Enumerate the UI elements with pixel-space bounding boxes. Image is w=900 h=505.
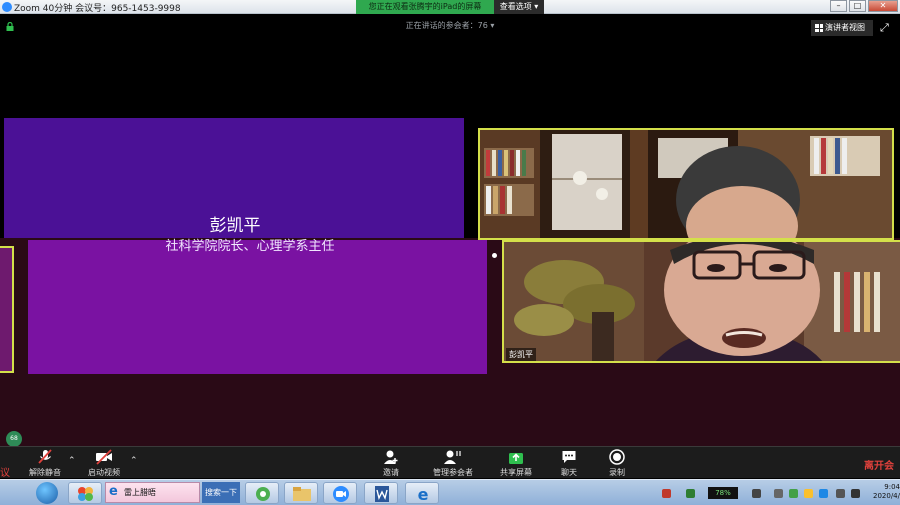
tray-network-icon[interactable] <box>752 489 761 498</box>
browser-search-text: 雷上腊晤 <box>124 488 156 497</box>
tray-360-icon[interactable] <box>789 489 798 498</box>
slide-speaker-name: 彭凯平 <box>209 216 261 236</box>
green-app-icon <box>256 487 270 501</box>
taskbar-app-zoom[interactable] <box>323 482 357 504</box>
battery-indicator[interactable]: 78% <box>708 487 738 499</box>
participants-label: 管理参会者 <box>433 468 473 477</box>
participant-count-badge: 68 <box>6 431 22 447</box>
pointer-dot <box>492 253 497 258</box>
taskbar-app-ie[interactable]: e <box>405 482 439 504</box>
view-options-button[interactable]: 查看选项 ▾ <box>494 0 544 14</box>
flower-app-icon <box>78 487 93 501</box>
title-bar: Zoom 40分钟 会议号：965-1453-9998 您正在观看张腾宇的iPa… <box>0 0 900 14</box>
tray-security-icon[interactable] <box>686 489 695 498</box>
tray-shield-icon[interactable] <box>819 489 828 498</box>
taskbar-app-green[interactable] <box>245 482 279 504</box>
maximize-button[interactable]: □ <box>849 0 866 12</box>
record-button[interactable]: 录制 <box>587 449 647 478</box>
search-button[interactable]: 搜索一下 <box>202 482 240 503</box>
start-video-label: 启动视频 <box>88 468 120 477</box>
ie-browser-icon: e <box>418 485 429 504</box>
windows-taskbar: e 雷上腊晤 搜索一下 e 78% 9:04 2020/4/ <box>0 479 900 505</box>
record-icon <box>609 449 625 465</box>
window-title: Zoom 40分钟 会议号：965-1453-9998 <box>14 4 181 14</box>
zoom-icon <box>333 486 349 502</box>
video-options-icon[interactable]: ⌃ <box>130 456 138 466</box>
meeting-toolbar: 解除静音 ⌃ 启动视频 ⌃ 邀请 管理参会者 共享屏幕 聊天 录制 离开会 <box>0 446 900 478</box>
video-off-icon <box>96 449 112 465</box>
tray-volume-icon[interactable] <box>836 489 845 498</box>
taskbar-app-flower[interactable] <box>68 482 102 504</box>
tray-antivirus-icon[interactable] <box>804 489 813 498</box>
browser-search-box[interactable]: e 雷上腊晤 <box>105 482 200 503</box>
speaker-view-label: 演讲者视图 <box>825 23 865 32</box>
unmute-label: 解除静音 <box>29 468 61 477</box>
participant-video-main[interactable] <box>502 240 900 363</box>
speaker-label-text: 正在讲话的参会者：76 <box>405 21 488 30</box>
share-screen-button[interactable]: 共享屏幕 <box>486 449 546 478</box>
end-meeting-button[interactable]: 离开会 <box>864 457 894 472</box>
tray-signal-icon[interactable] <box>851 489 860 498</box>
tray-arrow-icon[interactable] <box>774 489 783 498</box>
slide-speaker-title: 社科学院院长、心理学系主任 <box>165 239 335 254</box>
share-screen-label: 共享屏幕 <box>500 468 532 477</box>
clock-time: 9:04 <box>884 483 900 491</box>
speaker-indicator: 正在讲话的参会者：76 ▾ <box>405 21 495 30</box>
tray-keyboard-icon[interactable] <box>662 489 671 498</box>
invite-label: 邀请 <box>383 468 399 477</box>
clock-date: 2020/4/ <box>873 492 900 500</box>
start-button[interactable] <box>36 482 58 504</box>
invite-button[interactable]: 邀请 <box>361 449 421 478</box>
invite-icon <box>384 450 398 464</box>
video-frame-image <box>480 130 892 238</box>
shared-slide-bottom <box>28 240 487 374</box>
chat-icon <box>562 451 576 463</box>
speaker-video-image <box>504 242 900 361</box>
video-participant-name: 彭凯平 <box>506 348 536 361</box>
muted-mic-icon <box>38 449 52 464</box>
participant-video-top[interactable] <box>478 128 894 240</box>
grid-icon <box>815 24 823 32</box>
ie-icon: e <box>109 484 118 499</box>
folder-icon <box>293 487 311 501</box>
zoom-window: Zoom 40分钟 会议号：965-1453-9998 您正在观看张腾宇的iPa… <box>0 0 900 505</box>
left-edge-label: 议 <box>0 468 10 479</box>
participants-icon <box>444 450 461 464</box>
participants-button[interactable]: 管理参会者 <box>423 449 483 478</box>
fullscreen-icon[interactable]: ⤢ <box>880 22 892 34</box>
taskbar-app-folder[interactable] <box>284 482 318 504</box>
taskbar-app-word[interactable] <box>364 482 398 504</box>
close-button[interactable]: ✕ <box>868 0 898 12</box>
system-clock[interactable]: 9:04 2020/4/ <box>872 483 900 501</box>
speaker-view-button[interactable]: 演讲者视图 <box>811 20 873 36</box>
record-label: 录制 <box>609 468 625 477</box>
unmute-button[interactable]: 解除静音 <box>15 449 75 478</box>
view-options-label: 查看选项 <box>499 2 532 11</box>
share-banner: 您正在观看张腾宇的iPad的屏幕 <box>356 0 494 14</box>
lock-icon[interactable] <box>6 22 14 31</box>
svg-text:e: e <box>418 485 429 504</box>
left-video-fragment <box>0 246 14 373</box>
chat-label: 聊天 <box>561 468 577 477</box>
minimize-button[interactable]: – <box>830 0 847 12</box>
share-screen-icon <box>509 453 523 464</box>
start-video-button[interactable]: 启动视频 <box>74 449 134 478</box>
word-icon <box>375 486 389 502</box>
zoom-app-icon <box>2 2 12 12</box>
